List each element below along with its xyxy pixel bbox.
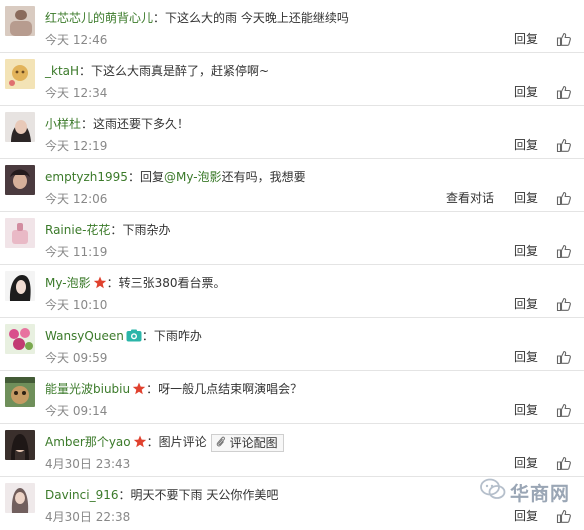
comment-username[interactable]: Rainie-花花 [45,223,110,237]
comment-username[interactable]: WansyQueen [45,329,124,343]
separator: ： [110,223,123,237]
reply-button[interactable]: 回复 [514,456,538,470]
comment-time: 今天 12:34 [45,86,108,100]
comment-text: 明天不要下雨 天公你作美吧 [130,488,279,502]
separator: ： [106,276,119,290]
view-comment-image-label: 评论配图 [229,436,278,450]
reply-prefix: 回复 [139,170,164,184]
separator: ： [118,488,131,502]
comment-text: 这雨还要下多久！ [93,117,190,131]
comment-username[interactable]: Davinci_916 [45,488,118,502]
comment-text: 图片评论 [158,435,207,449]
star-badge-icon [133,435,147,452]
separator: ： [81,117,94,131]
thumbs-up-icon[interactable] [556,84,572,100]
comment-item: 能量光波biubiu ：呀一般几点结束啊演唱会？ 今天 09:14 回复 [0,371,584,424]
avatar[interactable] [5,324,35,354]
avatar[interactable] [5,112,35,142]
comment-item: Rainie-花花：下雨杂办 今天 11:19 回复 [0,212,584,265]
comment-item: emptyzh1995：回复@My-泡影还有吗，我想要 今天 12:06 查看对… [0,159,584,212]
star-badge-icon [132,382,146,399]
comment-item: 红芯芯儿的萌背心儿：下这么大的雨 今天晚上还能继续吗 今天 12:46 回复 [0,0,584,53]
avatar[interactable] [5,377,35,407]
comment-time: 今天 09:14 [45,404,108,418]
comment-text: 呀一般几点结束啊演唱会？ [158,382,303,396]
comment-text: 下这么大雨真是醉了，赶紧停啊~ [91,64,270,78]
reply-button[interactable]: 回复 [514,85,538,99]
comment-text: 下雨杂办 [122,223,171,237]
comment-username[interactable]: _ktaH [45,64,79,78]
separator: ： [141,329,154,343]
comment-time: 今天 10:10 [45,298,108,312]
comment-item: My-泡影 ：转三张380看台票。 今天 10:10 回复 [0,265,584,318]
watermark-logo-icon [480,478,506,503]
comment-username[interactable]: emptyzh1995 [45,170,128,184]
comment-time: 4月30日 23:43 [45,457,131,471]
thumbs-up-icon[interactable] [556,296,572,312]
reply-button[interactable]: 回复 [514,138,538,152]
avatar[interactable] [5,6,35,36]
comment-username[interactable]: 小样杜 [45,117,81,131]
reply-button[interactable]: 回复 [514,403,538,417]
avatar[interactable] [5,430,35,460]
separator: ： [79,64,92,78]
thumbs-up-icon[interactable] [556,243,572,259]
thumbs-up-icon[interactable] [556,402,572,418]
comment-list: 红芯芯儿的萌背心儿：下这么大的雨 今天晚上还能继续吗 今天 12:46 回复 _… [0,0,584,530]
reply-button[interactable]: 回复 [514,191,538,205]
thumbs-up-icon[interactable] [556,31,572,47]
comment-username[interactable]: My-泡影 [45,276,91,290]
star-badge-icon [93,276,107,293]
thumbs-up-icon[interactable] [556,137,572,153]
comment-text: 还有吗，我想要 [221,170,306,184]
watermark-text: 华商网 [510,483,571,505]
thumbs-up-icon[interactable] [556,349,572,365]
mention-link[interactable]: @My-泡影 [164,170,222,184]
thumbs-up-icon[interactable] [556,508,572,524]
reply-button[interactable]: 回复 [514,297,538,311]
reply-button[interactable]: 回复 [514,244,538,258]
separator: ： [146,382,159,396]
comment-time: 4月30日 22:38 [45,510,131,524]
comment-text: 下雨咋办 [153,329,202,343]
avatar[interactable] [5,483,35,513]
comment-item: _ktaH：下这么大雨真是醉了，赶紧停啊~ 今天 12:34 回复 [0,53,584,106]
separator: ： [146,435,159,449]
separator: ： [127,170,140,184]
avatar[interactable] [5,218,35,248]
paperclip-icon [216,436,225,447]
comment-item: WansyQueen ：下雨咋办 今天 09:59 回复 [0,318,584,371]
comment-username[interactable]: 红芯芯儿的萌背心儿 [45,11,153,25]
comment-time: 今天 11:19 [45,245,108,259]
comment-username[interactable]: Amber那个yao [45,435,131,449]
view-comment-image-button[interactable]: 评论配图 [210,434,284,452]
thumbs-up-icon[interactable] [556,190,572,206]
comment-text: 转三张380看台票。 [118,276,226,290]
reply-button[interactable]: 回复 [514,509,538,523]
reply-button[interactable]: 回复 [514,350,538,364]
comment-text: 下这么大的雨 今天晚上还能继续吗 [165,11,349,25]
avatar[interactable] [5,271,35,301]
comment-time: 今天 12:06 [45,192,108,206]
comment-time: 今天 09:59 [45,351,108,365]
thumbs-up-icon[interactable] [556,455,572,471]
comment-item: Amber那个yao ：图片评论 评论配图 4月30日 23:43 回复 [0,424,584,477]
separator: ： [153,11,166,25]
comment-username[interactable]: 能量光波biubiu [45,382,130,396]
comment-time: 今天 12:46 [45,33,108,47]
avatar[interactable] [5,59,35,89]
comment-time: 今天 12:19 [45,139,108,153]
camera-badge-icon [126,329,142,346]
avatar[interactable] [5,165,35,195]
reply-button[interactable]: 回复 [514,32,538,46]
comment-item: 小样杜：这雨还要下多久！ 今天 12:19 回复 [0,106,584,159]
view-conversation-link[interactable]: 查看对话 [446,191,494,205]
